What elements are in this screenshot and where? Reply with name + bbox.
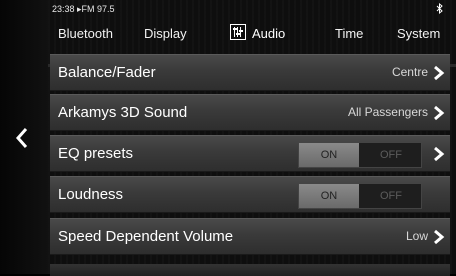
bluetooth-icon <box>436 2 444 16</box>
chevron-right-icon <box>434 65 445 81</box>
tab-label: Audio <box>252 26 286 41</box>
toggle-on[interactable]: ON <box>299 184 359 208</box>
screen: 23:38 ▸FM 97.5 Bluetooth Display Audio T… <box>0 0 456 276</box>
status-time-station: 23:38 ▸FM 97.5 <box>52 4 115 14</box>
loudness-toggle[interactable]: ON OFF <box>298 183 422 209</box>
chevron-right-icon <box>434 146 445 162</box>
equalizer-icon <box>230 24 246 40</box>
row-label: Speed Dependent Volume <box>58 228 234 245</box>
row-speed-dependent-volume[interactable]: Speed Dependent Volume Low <box>50 218 450 255</box>
chevron-right-icon <box>434 229 445 245</box>
tab-label: System <box>397 26 441 41</box>
row-label: Balance/Fader <box>58 64 156 81</box>
tab-label: Bluetooth <box>58 26 113 41</box>
list-item-partial[interactable] <box>50 264 450 276</box>
row-value: Low <box>405 229 428 243</box>
tab-system[interactable]: System <box>397 22 440 46</box>
row-arkamys-3d-sound[interactable]: Arkamys 3D Sound All Passengers <box>50 94 450 131</box>
row-loudness[interactable]: Loudness ON OFF <box>50 176 450 213</box>
tab-bluetooth[interactable]: Bluetooth <box>58 22 113 46</box>
row-label: Arkamys 3D Sound <box>58 104 188 121</box>
eq-presets-toggle[interactable]: ON OFF <box>298 142 422 168</box>
tab-label: Display <box>144 26 187 41</box>
tab-bar: Bluetooth Display Audio Time System <box>48 20 456 67</box>
chevron-right-icon <box>434 105 445 121</box>
back-button[interactable] <box>4 118 40 158</box>
row-eq-presets[interactable]: EQ presets ON OFF <box>50 135 450 172</box>
tab-display[interactable]: Display <box>144 22 187 46</box>
row-value: Centre <box>391 65 428 79</box>
row-label: Loudness <box>58 186 124 203</box>
tab-label: Time <box>335 26 364 41</box>
toggle-off[interactable]: OFF <box>361 143 421 167</box>
tab-time[interactable]: Time <box>335 22 363 46</box>
chevron-left-icon <box>15 128 28 148</box>
tab-audio[interactable]: Audio <box>230 22 285 46</box>
toggle-off[interactable]: OFF <box>361 184 421 208</box>
row-balance-fader[interactable]: Balance/Fader Centre <box>50 54 450 91</box>
row-label: EQ presets <box>58 145 134 162</box>
toggle-on[interactable]: ON <box>299 143 359 167</box>
status-bar: 23:38 ▸FM 97.5 <box>52 2 450 17</box>
row-value: All Passengers <box>347 105 428 119</box>
